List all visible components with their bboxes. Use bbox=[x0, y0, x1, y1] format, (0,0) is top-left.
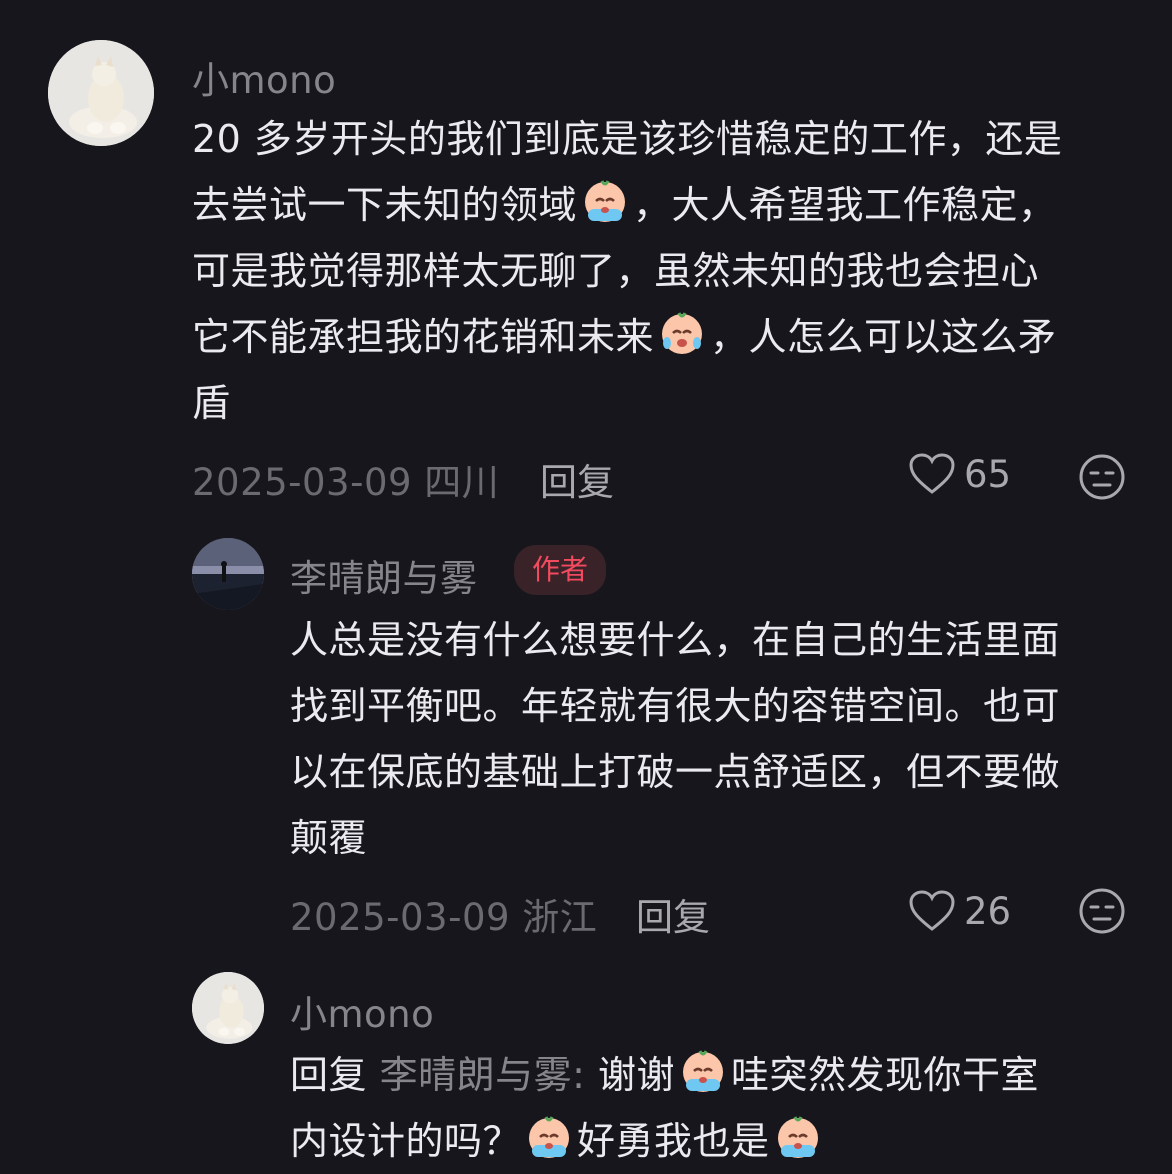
reply-target-username[interactable]: 李晴朗与雾: bbox=[380, 1053, 586, 1097]
heart-icon bbox=[909, 890, 955, 931]
comment-text: 20 多岁开头的我们到底是该珍惜稳定的工作，还是 去尝试一下未知的领域 ，大人希望… bbox=[192, 106, 1062, 436]
comment-line: 人总是没有什么想要什么，在自己的生活里面 bbox=[290, 618, 1061, 662]
like-count: 65 bbox=[964, 452, 1012, 496]
comment-line: 内设计的吗？ bbox=[290, 1119, 522, 1163]
comment-username[interactable]: 小mono bbox=[192, 50, 336, 104]
comment-line: 谢谢 bbox=[598, 1053, 676, 1097]
crying-emoji-icon bbox=[771, 1109, 825, 1163]
comment-username[interactable]: 李晴朗与雾 bbox=[290, 548, 478, 602]
comment-line: 哇突然发现你干室 bbox=[731, 1053, 1040, 1097]
comment-line: ，大人希望我工作稳定， bbox=[633, 183, 1057, 227]
dislike-face-icon bbox=[1079, 888, 1125, 934]
comment-date-location: 2025-03-09 四川 bbox=[192, 461, 500, 504]
reply-button[interactable]: 回复 bbox=[540, 452, 614, 506]
avatar[interactable] bbox=[192, 538, 264, 610]
comment-line: 盾 bbox=[192, 381, 231, 425]
cat-avatar-icon bbox=[48, 40, 154, 146]
dislike-button[interactable] bbox=[1078, 453, 1126, 501]
dislike-face-icon bbox=[1079, 454, 1125, 500]
author-badge: 作者 bbox=[514, 545, 607, 595]
comment-line: 颠覆 bbox=[290, 816, 368, 860]
landscape-avatar-icon bbox=[192, 538, 264, 610]
avatar[interactable] bbox=[48, 40, 154, 146]
reply-prefix: 回复 bbox=[290, 1053, 368, 1097]
crying-emoji-icon bbox=[522, 1109, 576, 1163]
comment-line: 以在保底的基础上打破一点舒适区，但不要做 bbox=[290, 750, 1061, 794]
comment-date-location: 2025-03-09 浙江 bbox=[290, 896, 598, 939]
comment-line: 去尝试一下未知的领域 bbox=[192, 183, 578, 227]
comment-line: 好勇我也是 bbox=[577, 1119, 770, 1163]
comment-line: ，人怎么可以这么矛 bbox=[710, 315, 1057, 359]
comment-username[interactable]: 小mono bbox=[290, 984, 434, 1038]
comment-line: 可是我觉得那样太无聊了，虽然未知的我也会担心 bbox=[192, 249, 1040, 293]
comment-line: 它不能承担我的花销和未来 bbox=[192, 315, 655, 359]
crying-emoji-icon bbox=[655, 305, 709, 359]
like-button[interactable]: 65 bbox=[908, 452, 1011, 496]
like-count: 26 bbox=[964, 889, 1012, 933]
like-button[interactable]: 26 bbox=[908, 889, 1011, 933]
dislike-button[interactable] bbox=[1078, 887, 1126, 935]
comment-line: 找到平衡吧。年轻就有很大的容错空间。也可 bbox=[290, 684, 1061, 728]
comment-line: 20 多岁开头的我们到底是该珍惜稳定的工作，还是 bbox=[192, 117, 1063, 161]
crying-emoji-icon bbox=[578, 173, 632, 227]
cat-avatar-icon bbox=[192, 972, 264, 1044]
comment-text: 回复 李晴朗与雾: 谢谢 哇突然发现你干室 内设计的吗？ 好勇我也是 bbox=[290, 1042, 1039, 1174]
reply-button[interactable]: 回复 bbox=[636, 887, 710, 941]
avatar[interactable] bbox=[192, 972, 264, 1044]
crying-emoji-icon bbox=[676, 1043, 730, 1097]
comment-text: 人总是没有什么想要什么，在自己的生活里面 找到平衡吧。年轻就有很大的容错空间。也… bbox=[290, 607, 1060, 871]
heart-icon bbox=[909, 453, 955, 494]
